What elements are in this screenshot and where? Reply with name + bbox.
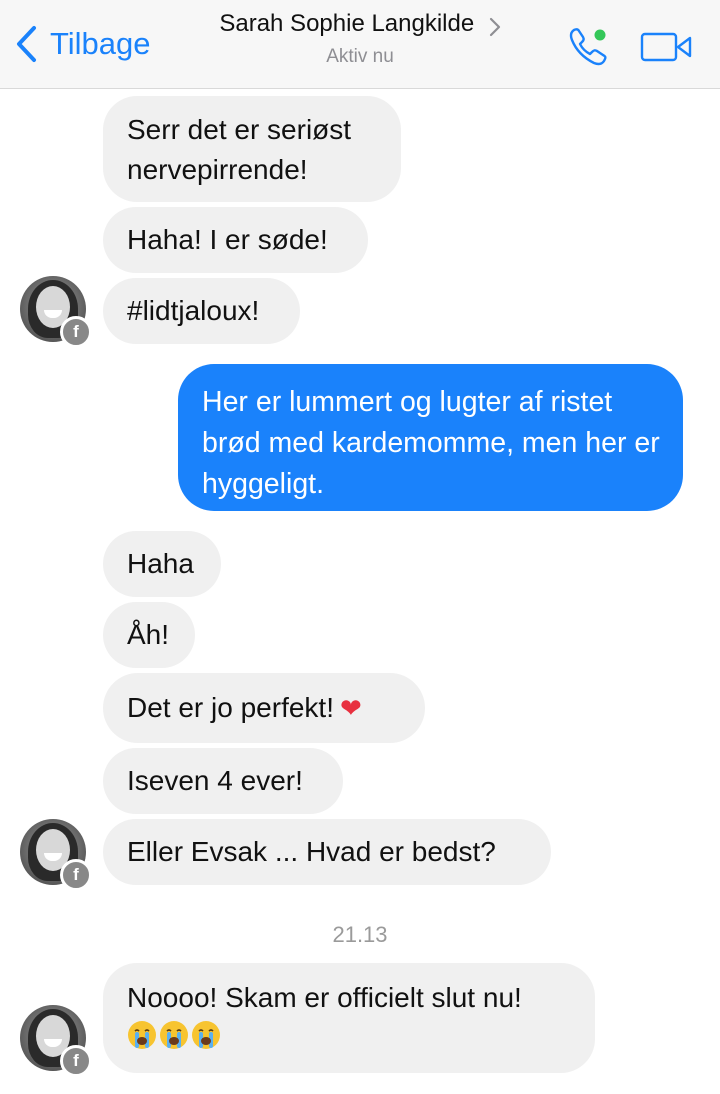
incoming-message[interactable]: Haha! I er søde! [103,207,368,273]
facebook-badge-icon: f [60,859,92,891]
incoming-message[interactable]: Iseven 4 ever! [103,748,343,814]
message-text: Eller Evsak ... Hvad er bedst? [127,836,496,867]
message-text: Haha [127,548,194,579]
incoming-message[interactable]: #lidtjaloux! [103,278,300,344]
incoming-message[interactable]: Haha [103,531,221,597]
crying-face-emoji-icon [128,1021,156,1049]
facebook-badge-icon: f [60,1045,92,1077]
back-button[interactable]: Tilbage [14,22,151,66]
chevron-left-icon [17,26,36,62]
message-text: Åh! [127,619,170,650]
message-text: Det er jo perfekt! [127,692,334,723]
message-text-line: nervepirrende! [127,154,308,185]
message-text: Haha! I er søde! [127,224,328,255]
incoming-message[interactable]: Åh! [103,602,195,668]
chat-header: Tilbage Sarah Sophie Langkilde Aktiv nu [0,0,720,89]
message-text: Iseven 4 ever! [127,765,303,796]
incoming-message[interactable]: Noooo! Skam er officielt slut nu! [103,963,595,1073]
contact-avatar[interactable]: f [20,819,92,891]
contact-avatar[interactable]: f [20,276,92,348]
incoming-message[interactable]: Det er jo perfekt! ❤ [103,673,425,743]
video-camera-icon[interactable] [640,30,694,64]
back-label: Tilbage [50,26,151,61]
contact-avatar[interactable]: f [20,1005,92,1077]
message-text: Her er lummert og lugter af ristet brød … [202,386,660,500]
crying-face-emoji-icon [160,1021,188,1049]
chevron-right-icon [489,17,500,36]
phone-icon[interactable] [566,24,612,70]
message-text: #lidtjaloux! [127,295,260,326]
message-text: Noooo! Skam er officielt slut nu! [127,982,522,1013]
outgoing-message[interactable]: Her er lummert og lugter af ristet brød … [178,364,683,511]
online-indicator [594,29,606,41]
emoji-row [127,1020,571,1050]
incoming-message[interactable]: Serr det er seriøst nervepirrende! [103,96,401,202]
crying-face-emoji-icon [192,1021,220,1049]
message-timestamp: 21.13 [332,922,388,947]
facebook-badge-icon: f [60,316,92,348]
active-status: Aktiv nu [326,46,394,67]
heart-emoji-icon: ❤ [339,693,362,723]
conversation-title[interactable]: Sarah Sophie Langkilde Aktiv nu [200,10,520,68]
contact-name[interactable]: Sarah Sophie Langkilde [219,10,474,38]
incoming-message[interactable]: Eller Evsak ... Hvad er bedst? [103,819,551,885]
message-text-line: Serr det er seriøst [127,114,352,145]
